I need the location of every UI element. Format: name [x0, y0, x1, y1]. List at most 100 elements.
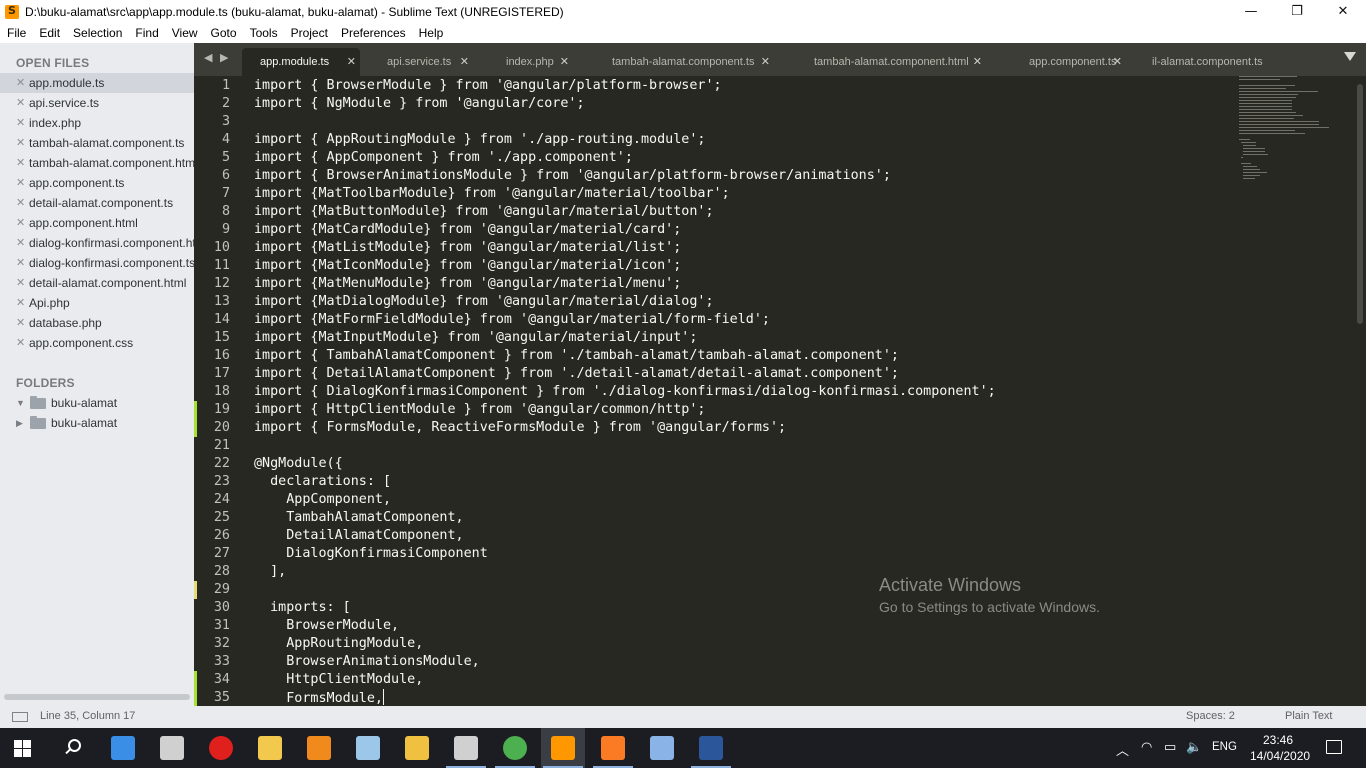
close-file-icon[interactable]: ✕	[16, 153, 25, 173]
menu-goto[interactable]: Goto	[204, 26, 243, 40]
editor-tab[interactable]: api.service.ts ✕	[369, 48, 473, 76]
close-tab-icon[interactable]: ✕	[560, 48, 569, 76]
close-tab-icon[interactable]: ✕	[973, 48, 982, 76]
chrome-icon[interactable]	[503, 736, 527, 760]
menu-find[interactable]: Find	[128, 26, 164, 40]
open-file-item[interactable]: ✕ index.php	[0, 113, 194, 133]
editor-tab[interactable]: index.php ✕	[488, 48, 573, 76]
opera-icon[interactable]	[209, 736, 233, 760]
word-icon[interactable]	[699, 736, 723, 760]
open-files-list: ✕ app.module.ts ✕ api.service.ts ✕ index.php ✕…	[0, 73, 194, 353]
open-file-label: database.php	[29, 316, 102, 330]
minimize-button[interactable]: —	[1228, 0, 1274, 23]
close-file-icon[interactable]: ✕	[16, 213, 25, 233]
notification-center-icon[interactable]	[1326, 740, 1342, 754]
menu-help[interactable]: Help	[412, 26, 450, 40]
open-file-item[interactable]: ✕ app.component.css	[0, 333, 194, 353]
menu-tools[interactable]: Tools	[243, 26, 284, 40]
sidebar-scrollbar[interactable]	[4, 694, 190, 700]
close-file-icon[interactable]: ✕	[16, 93, 25, 113]
tab-nav-arrows[interactable]: ◀ ▶	[204, 51, 230, 64]
open-file-item[interactable]: ✕ app.component.html	[0, 213, 194, 233]
expanded-arrow-icon[interactable]: ▼	[16, 393, 25, 413]
code-line: 18 import { DialogKonfirmasiComponent } f…	[194, 383, 1294, 401]
editor-tab[interactable]: app.component.ts ✕	[1011, 48, 1126, 76]
close-file-icon[interactable]: ✕	[16, 233, 25, 253]
open-file-item[interactable]: ✕ dialog-konfirmasi.component.html	[0, 233, 194, 253]
indentation-setting[interactable]: Spaces: 2	[1186, 710, 1235, 722]
open-file-item[interactable]: ✕ api.service.ts	[0, 93, 194, 113]
close-file-icon[interactable]: ✕	[16, 173, 25, 193]
xampp-icon[interactable]	[601, 736, 625, 760]
git-icon[interactable]	[405, 736, 429, 760]
open-file-item[interactable]: ✕ tambah-alamat.component.ts	[0, 133, 194, 153]
collapsed-arrow-icon[interactable]: ▶	[16, 413, 23, 433]
menu-view[interactable]: View	[165, 26, 204, 40]
code-line: 32 AppRoutingModule,	[194, 635, 1294, 653]
folder-item[interactable]: ▶ buku-alamat	[0, 413, 194, 433]
folder-item[interactable]: ▼ buku-alamat	[0, 393, 194, 413]
menu-file[interactable]: File	[0, 26, 32, 40]
minimap-line	[1243, 166, 1257, 167]
network-icon[interactable]: ◠	[1141, 740, 1152, 755]
open-file-item[interactable]: ✕ detail-alamat.component.ts	[0, 193, 194, 213]
line-number: 21	[213, 438, 230, 453]
terminal-icon[interactable]	[454, 736, 478, 760]
battery-icon[interactable]: ▭	[1164, 740, 1176, 755]
code-line: 24 AppComponent,	[194, 491, 1294, 509]
code-line: 34 HttpClientModule,	[194, 671, 1294, 689]
code-text: import {MatListModule} from '@angular/ma…	[254, 240, 682, 255]
close-file-icon[interactable]: ✕	[16, 113, 25, 133]
sublime-icon[interactable]	[551, 736, 575, 760]
close-tab-icon[interactable]: ✕	[1113, 48, 1122, 76]
editor-tab[interactable]: app.module.ts ✕	[242, 48, 360, 76]
menu-preferences[interactable]: Preferences	[334, 26, 412, 40]
vlc-icon[interactable]	[307, 736, 331, 760]
minimap[interactable]	[1239, 76, 1339, 196]
menu-selection[interactable]: Selection	[66, 26, 128, 40]
language-indicator[interactable]: ENG	[1212, 741, 1237, 753]
search-icon[interactable]	[62, 738, 82, 758]
close-file-icon[interactable]: ✕	[16, 73, 25, 93]
open-file-item[interactable]: ✕ app.module.ts	[0, 73, 194, 93]
notepad-icon[interactable]	[356, 736, 380, 760]
close-file-icon[interactable]: ✕	[16, 273, 25, 293]
menu-project[interactable]: Project	[284, 26, 334, 40]
close-tab-icon[interactable]: ✕	[347, 48, 356, 76]
tray-chevron-icon[interactable]: ︿	[1116, 740, 1129, 759]
minimap-line	[1243, 154, 1268, 155]
close-file-icon[interactable]: ✕	[16, 253, 25, 273]
tab-list-dropdown-icon[interactable]	[1344, 52, 1356, 61]
close-file-icon[interactable]: ✕	[16, 193, 25, 213]
clock[interactable]: 23:46 14/04/2020	[1250, 732, 1310, 764]
open-file-item[interactable]: ✕ tambah-alamat.component.html	[0, 153, 194, 173]
folder-icon	[30, 396, 46, 409]
open-file-item[interactable]: ✕ detail-alamat.component.html	[0, 273, 194, 293]
volume-icon[interactable]: 🔈	[1186, 740, 1202, 755]
close-tab-icon[interactable]: ✕	[761, 48, 770, 76]
virtualbox-icon[interactable]	[650, 736, 674, 760]
close-button[interactable]: ✕	[1320, 0, 1366, 23]
open-file-item[interactable]: ✕ dialog-konfirmasi.component.ts	[0, 253, 194, 273]
open-file-item[interactable]: ✕ Api.php	[0, 293, 194, 313]
open-file-item[interactable]: ✕ app.component.ts	[0, 173, 194, 193]
close-file-icon[interactable]: ✕	[16, 133, 25, 153]
editor-tab[interactable]: tambah-alamat.component.html ✕	[796, 48, 986, 76]
calendar-icon[interactable]	[160, 736, 184, 760]
close-file-icon[interactable]: ✕	[16, 293, 25, 313]
editor-scrollbar[interactable]	[1357, 84, 1363, 324]
control-panel-icon[interactable]	[111, 736, 135, 760]
syntax-selector[interactable]: Plain Text	[1285, 710, 1333, 722]
close-file-icon[interactable]: ✕	[16, 313, 25, 333]
menu-edit[interactable]: Edit	[32, 26, 66, 40]
close-file-icon[interactable]: ✕	[16, 333, 25, 353]
code-editor[interactable]: 1 import { BrowserModule } from '@angular…	[194, 76, 1366, 706]
file-explorer-icon[interactable]	[258, 736, 282, 760]
close-tab-icon[interactable]: ✕	[460, 48, 469, 76]
editor-tab[interactable]: il-alamat.component.ts	[1134, 48, 1274, 76]
open-file-item[interactable]: ✕ database.php	[0, 313, 194, 333]
panel-toggle-icon[interactable]	[12, 712, 28, 722]
editor-tab[interactable]: tambah-alamat.component.ts ✕	[594, 48, 774, 76]
windows-start-icon[interactable]	[14, 740, 31, 757]
maximize-button[interactable]: ❐	[1274, 0, 1320, 23]
